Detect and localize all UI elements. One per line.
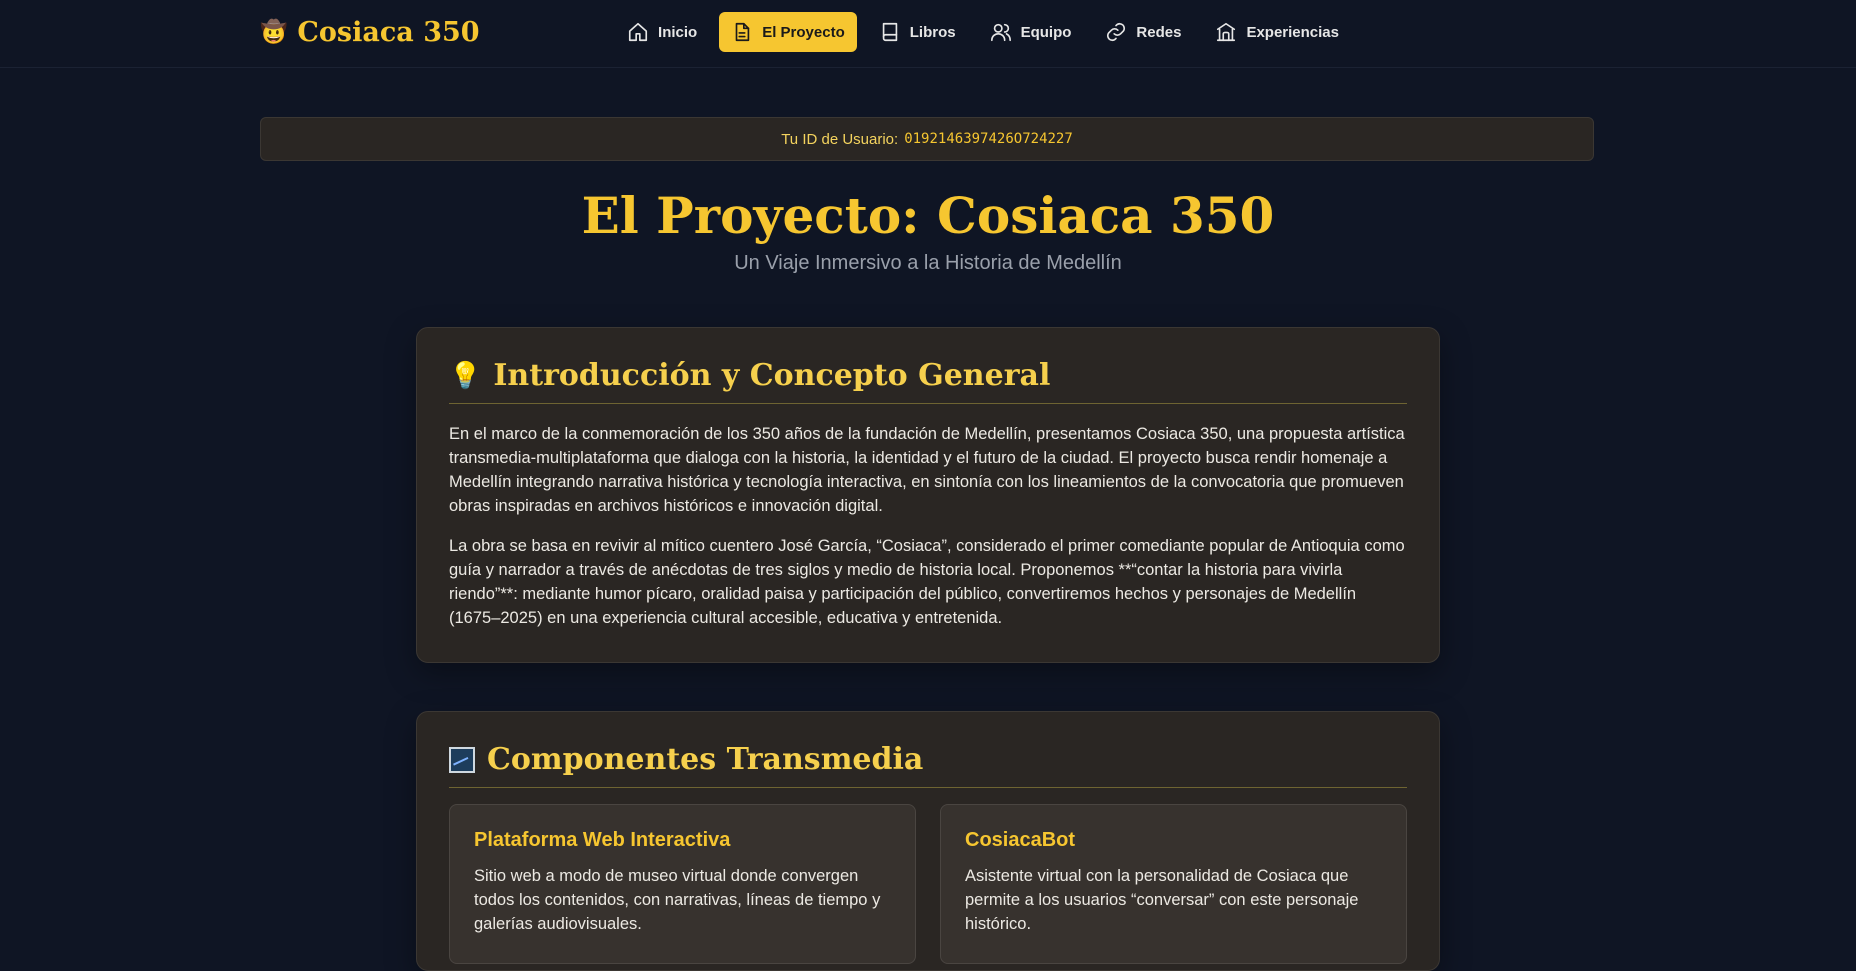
- component-description: Sitio web a modo de museo virtual donde …: [474, 867, 881, 933]
- nav-label: El Proyecto: [762, 23, 845, 41]
- nav-label: Equipo: [1020, 23, 1072, 41]
- home-icon: [628, 22, 648, 42]
- user-id-bar: Tu ID de Usuario: 0192146397426O724227: [260, 117, 1594, 161]
- component-title: Plataforma Web Interactiva: [474, 829, 731, 851]
- top-navbar: 🤠 Cosiaca 350 Inicio El Proyecto Libros …: [0, 0, 1856, 68]
- nav-item-inicio[interactable]: Inicio: [615, 12, 709, 52]
- nav-item-equipo[interactable]: Equipo: [978, 12, 1084, 52]
- nav-label: Redes: [1136, 23, 1182, 41]
- nav-label: Experiencias: [1246, 23, 1339, 41]
- nav-item-redes[interactable]: Redes: [1093, 12, 1193, 52]
- nav-item-libros[interactable]: Libros: [867, 12, 968, 52]
- nav-label: Inicio: [658, 23, 698, 41]
- cowboy-icon: 🤠: [260, 19, 288, 45]
- components-grid: Plataforma Web Interactiva Sitio web a m…: [449, 804, 1407, 964]
- page-subtitle: Un Viaje Inmersivo a la Historia de Mede…: [734, 252, 1122, 274]
- nav-label: Libros: [909, 23, 956, 41]
- components-card: Componentes Transmedia Plataforma Web In…: [416, 711, 1440, 971]
- component-description: Asistente virtual con la personalidad de…: [965, 867, 1359, 933]
- intro-heading-text: Introducción y Concepto General: [493, 358, 1051, 393]
- intro-paragraph: La obra se basa en revivir al mítico cue…: [449, 537, 1405, 627]
- component-title: CosiacaBot: [965, 829, 1076, 851]
- intro-heading: 💡 Introducción y Concepto General: [449, 358, 1407, 404]
- lightbulb-icon: 💡: [449, 360, 482, 391]
- picture-icon: [449, 746, 475, 773]
- page-title: El Proyecto: Cosiaca 350: [581, 186, 1275, 245]
- component-card[interactable]: CosiacaBot Asistente virtual con la pers…: [940, 804, 1407, 964]
- document-icon: [735, 22, 750, 42]
- nav-item-experiencias[interactable]: Experiencias: [1203, 12, 1351, 52]
- user-id-value[interactable]: 0192146397426O724227: [904, 131, 1073, 147]
- brand-logo[interactable]: 🤠 Cosiaca 350: [260, 14, 480, 50]
- link-icon: [1107, 22, 1126, 42]
- brand-name: Cosiaca 350: [297, 16, 480, 48]
- components-heading: Componentes Transmedia: [449, 742, 1407, 788]
- main-nav: Inicio El Proyecto Libros Equipo Redes E…: [615, 12, 1351, 52]
- component-card[interactable]: Plataforma Web Interactiva Sitio web a m…: [449, 804, 916, 964]
- components-heading-text: Componentes Transmedia: [487, 742, 924, 777]
- nav-item-el-proyecto[interactable]: El Proyecto: [719, 12, 857, 52]
- intro-paragraph: En el marco de la conmemoración de los 3…: [449, 425, 1405, 515]
- users-icon: [990, 23, 1011, 42]
- intro-card: 💡 Introducción y Concepto General En el …: [416, 327, 1440, 663]
- book-icon: [882, 22, 897, 42]
- theater-icon: [1217, 22, 1236, 42]
- user-id-label: Tu ID de Usuario:: [781, 130, 899, 148]
